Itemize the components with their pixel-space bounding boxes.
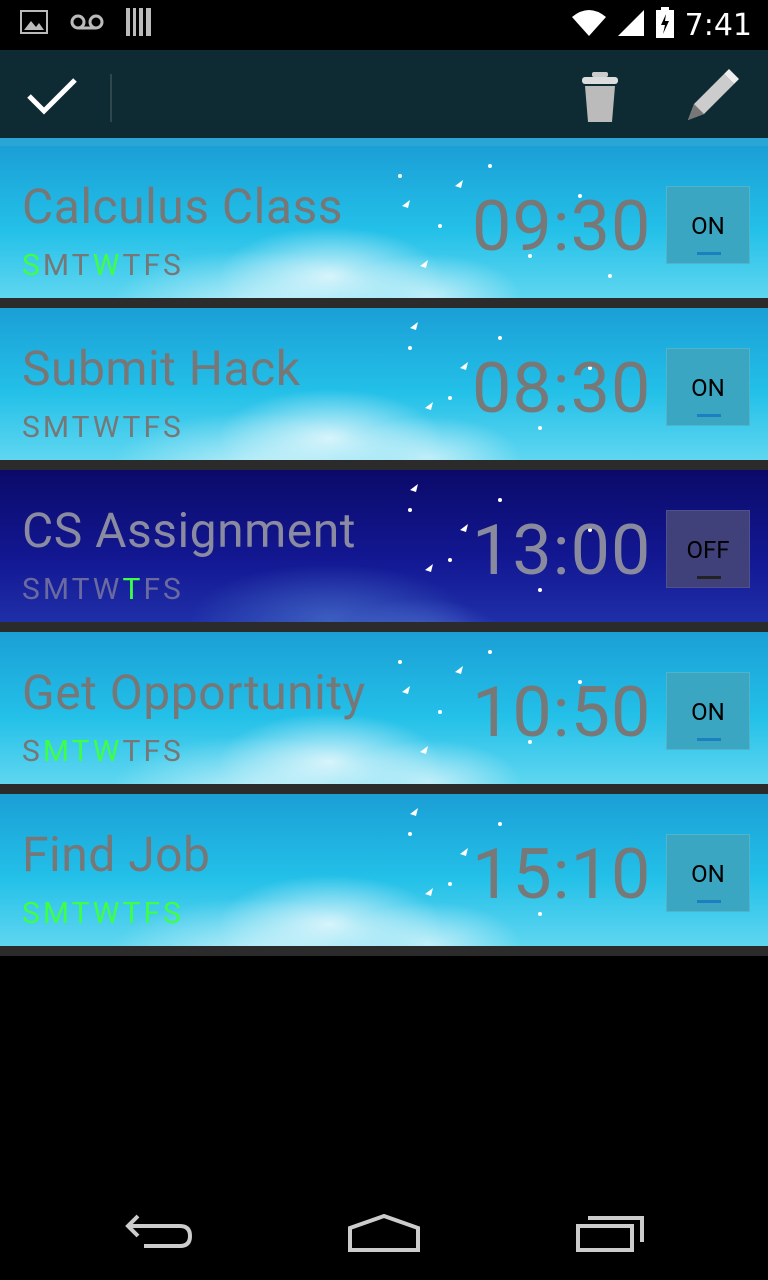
day-tuesday: T bbox=[71, 896, 93, 931]
action-bar bbox=[0, 50, 768, 140]
alarm-time: 08:30 bbox=[472, 348, 652, 430]
signal-icon bbox=[617, 9, 645, 41]
day-wednesday: W bbox=[92, 248, 123, 283]
day-sunday: S bbox=[22, 410, 43, 445]
alarm-days: SMTWTFS bbox=[22, 572, 184, 607]
day-friday: F bbox=[143, 734, 164, 769]
alarm-days: SMTWTFS bbox=[22, 248, 184, 283]
recent-apps-icon[interactable] bbox=[574, 1214, 646, 1258]
alarm-name: Calculus Class bbox=[22, 178, 343, 235]
toggle-indicator bbox=[697, 252, 721, 255]
day-friday: F bbox=[143, 410, 164, 445]
day-sunday: S bbox=[22, 248, 43, 283]
day-saturday: S bbox=[163, 734, 184, 769]
toggle-indicator bbox=[697, 576, 721, 579]
voicemail-icon bbox=[70, 12, 104, 36]
alarm-name: Submit Hack bbox=[22, 340, 301, 397]
day-friday: F bbox=[143, 248, 164, 283]
wifi-icon bbox=[571, 9, 607, 41]
toggle-label: ON bbox=[691, 860, 725, 888]
trash-icon[interactable] bbox=[578, 72, 622, 128]
toggle-label: OFF bbox=[686, 536, 730, 564]
day-wednesday: W bbox=[92, 572, 123, 607]
day-monday: M bbox=[42, 896, 72, 931]
alarm-days: SMTWTFS bbox=[22, 896, 184, 931]
alarm-toggle[interactable]: ON bbox=[666, 672, 750, 750]
alarm-toggle[interactable]: ON bbox=[666, 186, 750, 264]
check-icon[interactable] bbox=[26, 76, 78, 120]
day-wednesday: W bbox=[92, 734, 123, 769]
day-sunday: S bbox=[22, 734, 43, 769]
alarm-row[interactable]: Submit Hack SMTWTFS 08:30 ON bbox=[0, 308, 768, 470]
day-wednesday: W bbox=[92, 896, 123, 931]
day-thursday: T bbox=[122, 734, 144, 769]
barcode-icon bbox=[126, 8, 152, 40]
toggle-label: ON bbox=[691, 374, 725, 402]
alarm-row[interactable]: Find Job SMTWTFS 15:10 ON bbox=[0, 794, 768, 956]
action-bar-underline bbox=[0, 138, 768, 146]
day-tuesday: T bbox=[71, 572, 93, 607]
alarm-toggle[interactable]: ON bbox=[666, 834, 750, 912]
alarm-row[interactable]: Get Opportunity SMTWTFS 10:50 ON bbox=[0, 632, 768, 794]
alarm-row[interactable]: CS Assignment SMTWTFS 13:00 OFF bbox=[0, 470, 768, 632]
day-friday: F bbox=[143, 572, 164, 607]
navigation-bar bbox=[0, 1190, 768, 1280]
back-icon[interactable] bbox=[124, 1212, 194, 1256]
day-saturday: S bbox=[163, 248, 184, 283]
image-icon bbox=[20, 10, 48, 38]
battery-charging-icon bbox=[655, 7, 675, 43]
alarm-row[interactable]: Calculus Class SMTWTFS 09:30 ON bbox=[0, 146, 768, 308]
day-monday: M bbox=[42, 572, 72, 607]
alarm-time: 13:00 bbox=[472, 510, 652, 592]
day-sunday: S bbox=[22, 896, 43, 931]
day-sunday: S bbox=[22, 572, 43, 607]
alarm-days: SMTWTFS bbox=[22, 410, 184, 445]
alarm-name: Find Job bbox=[22, 826, 211, 883]
day-thursday: T bbox=[122, 572, 144, 607]
day-wednesday: W bbox=[92, 410, 123, 445]
alarm-time: 09:30 bbox=[472, 186, 652, 268]
day-tuesday: T bbox=[71, 734, 93, 769]
action-bar-divider bbox=[110, 74, 112, 122]
alarm-name: Get Opportunity bbox=[22, 664, 366, 721]
day-thursday: T bbox=[122, 896, 144, 931]
toggle-label: ON bbox=[691, 212, 725, 240]
pencil-icon[interactable] bbox=[682, 68, 740, 130]
alarm-days: SMTWTFS bbox=[22, 734, 184, 769]
day-friday: F bbox=[143, 896, 164, 931]
toggle-indicator bbox=[697, 738, 721, 741]
day-thursday: T bbox=[122, 410, 144, 445]
toggle-label: ON bbox=[691, 698, 725, 726]
alarm-list: Calculus Class SMTWTFS 09:30 ON Submit H… bbox=[0, 146, 768, 956]
day-monday: M bbox=[42, 248, 72, 283]
toggle-indicator bbox=[697, 414, 721, 417]
alarm-toggle[interactable]: ON bbox=[666, 348, 750, 426]
home-icon[interactable] bbox=[346, 1213, 422, 1258]
day-tuesday: T bbox=[71, 410, 93, 445]
alarm-toggle[interactable]: OFF bbox=[666, 510, 750, 588]
clock-time: 7:41 bbox=[684, 7, 752, 43]
day-saturday: S bbox=[163, 896, 184, 931]
day-monday: M bbox=[42, 410, 72, 445]
alarm-time: 10:50 bbox=[472, 672, 652, 754]
day-saturday: S bbox=[163, 410, 184, 445]
alarm-name: CS Assignment bbox=[22, 502, 356, 559]
status-bar: 7:41 bbox=[0, 0, 768, 50]
day-tuesday: T bbox=[71, 248, 93, 283]
day-saturday: S bbox=[163, 572, 184, 607]
day-thursday: T bbox=[122, 248, 144, 283]
alarm-time: 15:10 bbox=[472, 834, 652, 916]
day-monday: M bbox=[42, 734, 72, 769]
toggle-indicator bbox=[697, 900, 721, 903]
